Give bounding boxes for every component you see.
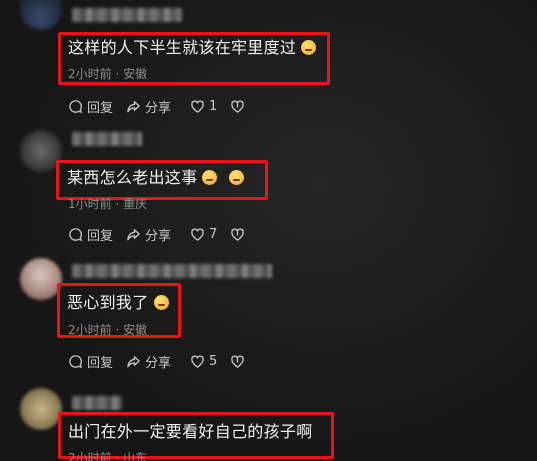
comment-text: 某西怎么老出这事 [67,168,245,188]
share-button[interactable]: 分享 [126,96,171,116]
like-button[interactable]: 1 [190,96,217,116]
avatar[interactable] [20,258,62,300]
emoji-icon [229,170,245,185]
avatar[interactable] [20,0,62,30]
avatar[interactable] [20,388,62,430]
reply-icon [69,99,83,113]
emoji-icon [202,170,218,185]
share-button[interactable]: 分享 [126,224,171,244]
username-blurred[interactable] [72,264,272,278]
action-bar: 回复 分享 1 [68,96,268,116]
like-count: 1 [209,98,218,114]
like-count: 7 [209,226,218,242]
share-icon [127,355,140,367]
action-bar: 回复 分享 5 [68,351,268,371]
comment-text: 恶心到我了 [67,293,169,313]
dislike-icon [231,355,244,368]
comment-meta: 1小时前 · 重庆 [68,197,148,211]
username-blurred[interactable] [72,132,142,146]
dislike-button[interactable] [230,351,245,371]
dislike-icon [231,228,244,241]
like-button[interactable]: 7 [190,224,217,244]
comment-meta: 2小时前 · 山东 [68,451,148,461]
dislike-icon [231,100,244,113]
username-blurred[interactable] [72,396,122,410]
share-icon [127,100,140,112]
dislike-button[interactable] [230,224,245,244]
share-button[interactable]: 分享 [126,351,171,371]
share-icon [127,228,140,240]
comment-list: 这样的人下半生就该在牢里度过 2小时前 · 安徽 回复 分享 1 某西怎么老出这… [0,0,537,461]
heart-icon [191,100,204,113]
comment-text: 出门在外一定要看好自己的孩子啊 [68,422,313,441]
reply-button[interactable]: 回复 [68,224,113,244]
comment-text: 这样的人下半生就该在牢里度过 [68,38,317,58]
heart-icon [191,355,204,368]
reply-button[interactable]: 回复 [68,96,113,116]
reply-icon [69,227,83,241]
reply-button[interactable]: 回复 [68,351,113,371]
action-bar: 回复 分享 7 [68,224,268,244]
username-blurred[interactable] [72,8,182,22]
heart-icon [191,228,204,241]
dislike-button[interactable] [230,96,245,116]
emoji-icon [301,40,317,55]
like-button[interactable]: 5 [190,351,217,371]
comment-meta: 2小时前 · 安徽 [68,67,148,81]
reply-icon [69,354,83,368]
comment-meta: 2小时前 · 安徽 [68,323,148,337]
emoji-icon [153,295,169,310]
like-count: 5 [209,353,218,369]
